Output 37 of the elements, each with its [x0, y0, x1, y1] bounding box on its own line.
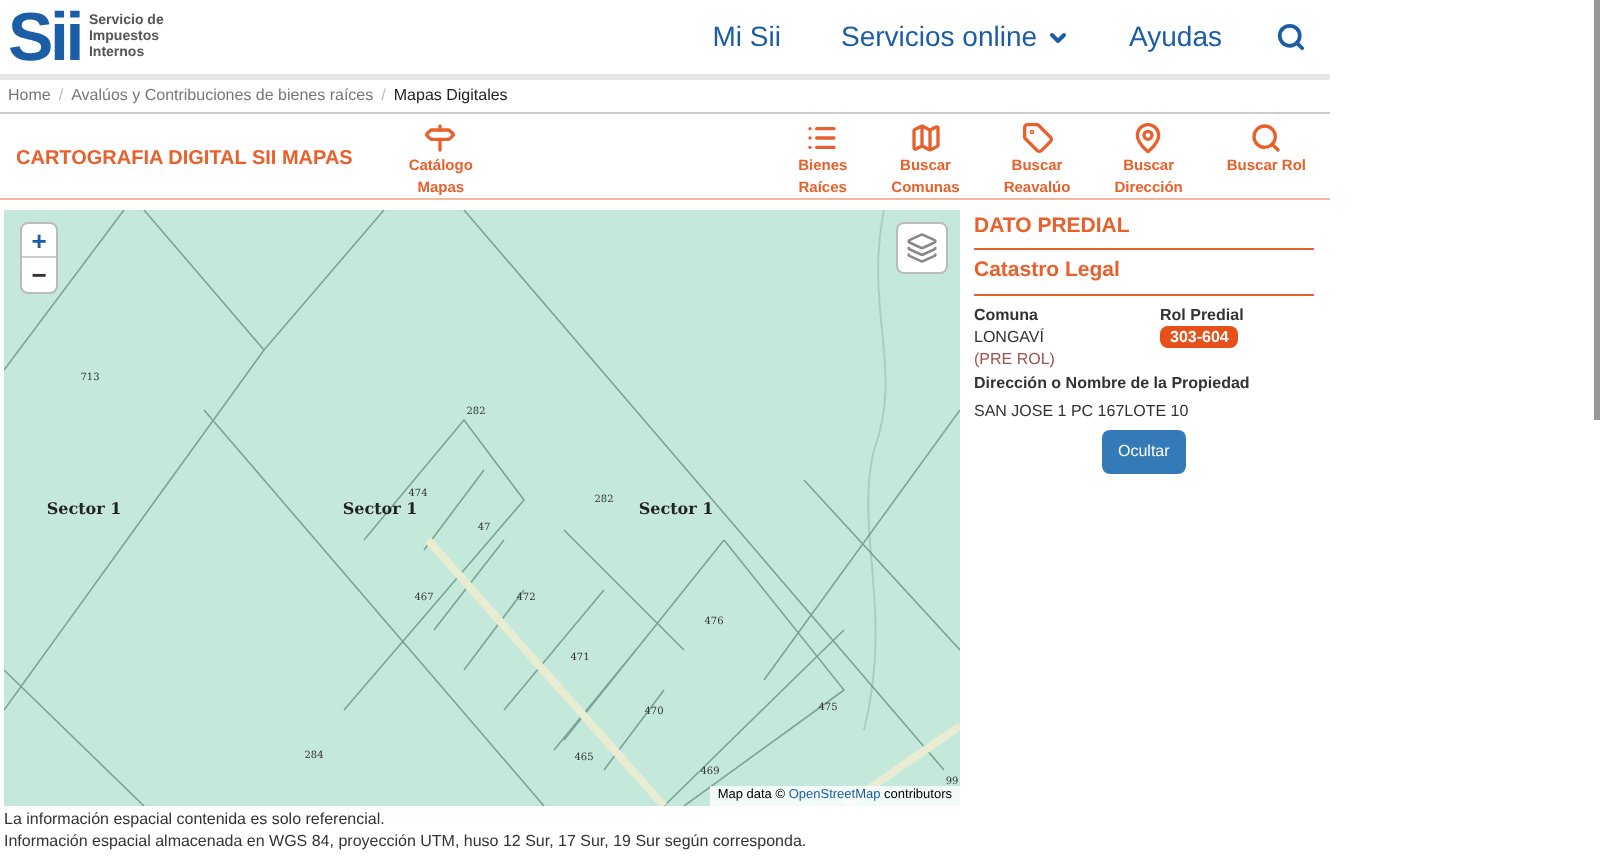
breadcrumb-separator: / [58, 84, 64, 108]
scrollbar-thumb[interactable] [1594, 0, 1600, 420]
hide-button[interactable]: Ocultar [1102, 429, 1186, 473]
disclaimer-text: La información espacial contenida es solo referencial. [4, 808, 387, 830]
logo-mark: Sii [8, 3, 81, 71]
field-label: Comuna [974, 303, 1040, 325]
pre-rol-note: (PRE ROL) [974, 347, 1057, 369]
breadcrumb-separator: / [381, 84, 386, 108]
nav-link[interactable]: Servicios online [840, 16, 1070, 58]
zoom-out-button[interactable]: − [22, 258, 56, 292]
panel-title: DATO PREDIAL [974, 212, 1314, 250]
disclaimer-text: Información espacial almacenada en WGS 84, proyección UTM, huso 12 Sur, 17 Sur, 19 Sur según corresponda. [4, 830, 809, 852]
breadcrumb-link[interactable]: Home [8, 84, 51, 108]
page-title: CARTOGRAFIA DIGITAL SII MAPAS [16, 146, 353, 174]
search-icon[interactable] [1276, 22, 1306, 52]
address-value: SAN JOSE 1 PC 167LOTE 10 [974, 399, 1191, 423]
nav-link[interactable]: Mi Sii [712, 16, 781, 58]
layers-icon [906, 232, 938, 264]
zoom-in-button[interactable]: + [22, 224, 56, 258]
layers-button[interactable] [896, 222, 948, 274]
field-label: Dirección o Nombre de la Propiedad [974, 371, 1252, 395]
breadcrumb-link[interactable]: Avalúos y Contribuciones de bienes raíces [71, 84, 374, 108]
comuna-value: LONGAVÍ [974, 325, 1046, 347]
signpost-icon [424, 121, 457, 153]
field-label: Rol Predial [1160, 303, 1244, 325]
tag-icon [1021, 121, 1054, 153]
rol-badge: 303-604 [1160, 325, 1239, 347]
nav-link[interactable]: Ayudas [1129, 16, 1222, 58]
sector-label: Sector 1 [46, 498, 122, 518]
sector-label: Sector 1 [638, 498, 714, 518]
map-icon [909, 121, 942, 153]
search-icon [1250, 121, 1283, 153]
list-icon [806, 121, 839, 153]
current-page-label: Mapas Digitales [393, 84, 508, 108]
panel-subtitle: Catastro Legal [974, 249, 1314, 295]
pin-icon [1132, 121, 1165, 153]
sector-label: Sector 1 [342, 498, 418, 518]
